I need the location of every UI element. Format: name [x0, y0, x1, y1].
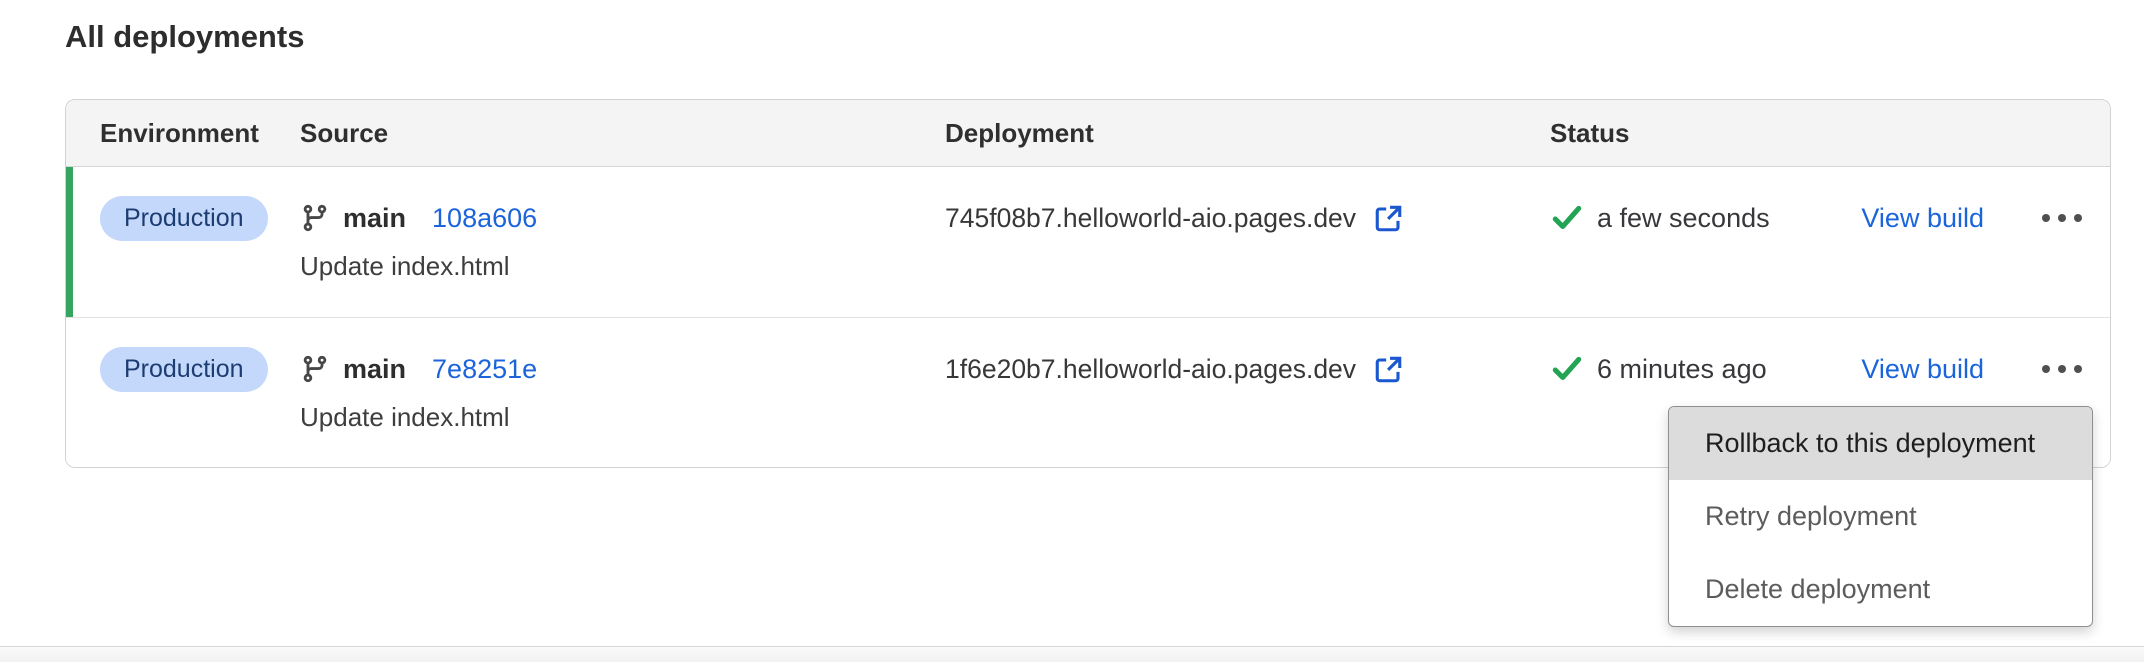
- deployment-url: 745f08b7.helloworld-aio.pages.dev: [945, 203, 1356, 234]
- page-bottom-divider: [0, 646, 2144, 662]
- status-cell: a few seconds View build: [1550, 195, 2110, 287]
- menu-item-retry[interactable]: Retry deployment: [1669, 480, 2092, 553]
- deployment-cell: 745f08b7.helloworld-aio.pages.dev: [945, 195, 1550, 287]
- success-check-icon: [1550, 201, 1584, 235]
- success-check-icon: [1550, 352, 1584, 386]
- deployment-url: 1f6e20b7.helloworld-aio.pages.dev: [945, 354, 1356, 385]
- deploy-time: a few seconds: [1597, 203, 1770, 234]
- col-header-environment: Environment: [100, 118, 300, 149]
- branch-name: main: [343, 203, 406, 234]
- menu-item-rollback[interactable]: Rollback to this deployment: [1669, 407, 2092, 480]
- branch-name: main: [343, 354, 406, 385]
- environment-badge: Production: [100, 196, 268, 241]
- environment-badge: Production: [100, 347, 268, 392]
- col-header-source: Source: [300, 118, 945, 149]
- deploy-time: 6 minutes ago: [1597, 354, 1767, 385]
- view-build-link[interactable]: View build: [1861, 354, 1984, 385]
- environment-cell: Production: [100, 346, 300, 437]
- git-branch-icon: [300, 203, 330, 233]
- commit-message: Update index.html: [300, 402, 945, 433]
- source-cell: main 7e8251e Update index.html: [300, 346, 945, 437]
- source-cell: main 108a606 Update index.html: [300, 195, 945, 287]
- git-branch-icon: [300, 354, 330, 384]
- environment-cell: Production: [100, 195, 300, 287]
- commit-message: Update index.html: [300, 251, 945, 282]
- row-actions-menu-button[interactable]: [2040, 359, 2084, 379]
- col-header-deployment: Deployment: [945, 118, 1550, 149]
- commit-link[interactable]: 7e8251e: [432, 354, 537, 385]
- view-build-link[interactable]: View build: [1861, 203, 1984, 234]
- external-link-icon[interactable]: [1373, 354, 1404, 385]
- table-header-row: Environment Source Deployment Status: [66, 100, 2110, 167]
- menu-item-delete[interactable]: Delete deployment: [1669, 553, 2092, 626]
- commit-link[interactable]: 108a606: [432, 203, 537, 234]
- row-actions-menu-button[interactable]: [2040, 208, 2084, 228]
- deployment-actions-menu: Rollback to this deployment Retry deploy…: [1668, 406, 2093, 627]
- external-link-icon[interactable]: [1373, 203, 1404, 234]
- page-title: All deployments: [65, 19, 304, 55]
- deployment-cell: 1f6e20b7.helloworld-aio.pages.dev: [945, 346, 1550, 437]
- table-row: Production main 108a606 Update index.htm…: [66, 167, 2110, 317]
- col-header-status: Status: [1550, 118, 2110, 149]
